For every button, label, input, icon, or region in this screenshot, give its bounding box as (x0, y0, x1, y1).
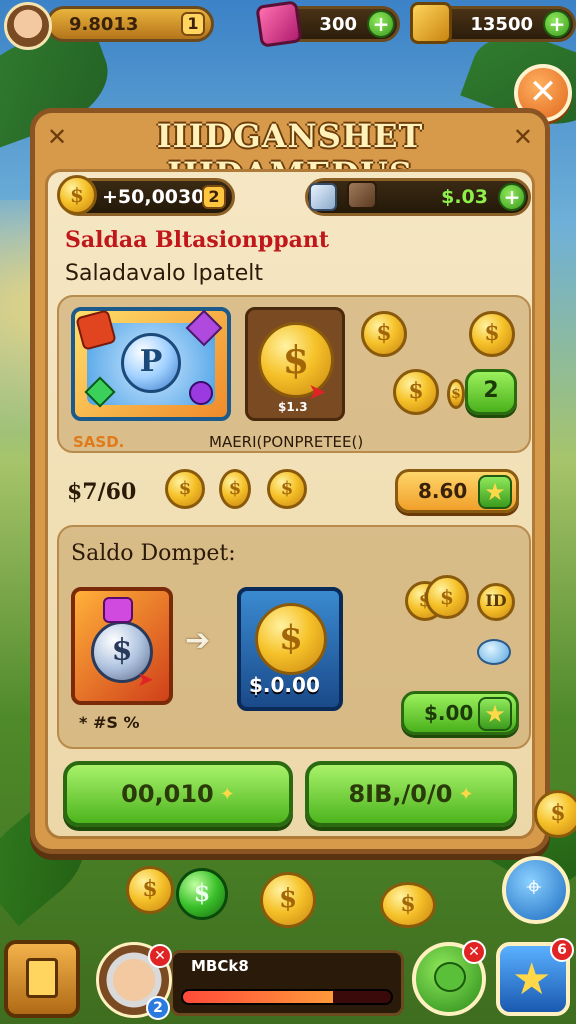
notification-badge: 6 (550, 938, 574, 962)
star-icon: ★ (512, 954, 552, 1005)
coins-value: 9.8013 (69, 13, 139, 35)
wallet-level: 2 (202, 185, 226, 209)
coin-icon: $ (219, 469, 251, 509)
treasure-chest-icon (410, 2, 452, 44)
bottom-bar: MBCk8 ✕ 2 ✕ ★ 6 (0, 936, 576, 1024)
close-badge[interactable]: ✕ (462, 940, 486, 964)
section-subheading: Saladavalo lpatelt (65, 261, 264, 286)
wallet-balance: $.03 + (305, 178, 531, 216)
chest-value: 13500 (470, 13, 533, 35)
coin-icon: $ (361, 311, 407, 357)
exchange-target-card[interactable]: $ $.0.00 (237, 587, 343, 711)
exchange-value: $.0.00 (249, 673, 320, 697)
exchange-source-card[interactable]: $ ➤ (71, 587, 173, 705)
gift-icon: ✦ (458, 783, 474, 805)
coin-icon: $ (534, 790, 576, 838)
action-left-label: 00,010 (121, 780, 214, 808)
player-xp-panel: MBCk8 (170, 950, 404, 1016)
buy-button-2-label: $.00 (424, 701, 474, 725)
coin-icon: $ (57, 175, 97, 215)
coin-offer-card[interactable]: $ $1.3 ➤ (245, 307, 345, 421)
wallet-coins-value: +50,0030 (102, 186, 205, 208)
blue-gem-icon (477, 639, 511, 665)
buy-button-1[interactable]: 8.60 ★ (395, 469, 519, 513)
section-2-heading: Saldo Dompet: (71, 541, 236, 566)
close-icon: ✕ (528, 72, 558, 112)
coin-icon: $ (165, 469, 205, 509)
dice-icon (309, 183, 337, 211)
offer-section-1: P SASD. $ $1.3 ➤ MAERI(PONPRETEE() $ $ $… (57, 295, 531, 453)
level-badge-bottom: 2 (146, 996, 170, 1020)
coin-icon: $ (469, 311, 515, 357)
gem-icon (103, 597, 133, 623)
coin-icon: $ (393, 369, 439, 415)
xp-progress-fill (183, 991, 333, 1003)
player-avatar[interactable] (4, 2, 52, 50)
offer-label: MAERI(PONPRETEE() (209, 433, 364, 451)
buy-button-1-label: 8.60 (418, 479, 468, 503)
balance-value: $.03 (441, 186, 488, 208)
cursor-icon: ➤ (308, 380, 327, 405)
action-button-left[interactable]: 00,010 ✦ (63, 761, 293, 827)
level-badge: 1 (181, 12, 205, 36)
quantity-badge[interactable]: 2 (465, 369, 517, 415)
gem-bundle-card[interactable]: P (71, 307, 231, 421)
offer-section-2: Saldo Dompet: $ ➤ * #S % ➔ $ $.0.00 $ $ … (57, 525, 531, 749)
exchange-tag: * #S % (79, 713, 140, 732)
action-button-right[interactable]: 8IB,/0/0 ✦ (305, 761, 517, 827)
card-caption: $1.3 (278, 400, 308, 414)
coin-icon: $ (260, 872, 316, 928)
add-gems-button[interactable]: + (367, 10, 395, 38)
pin-icon: ⌖ (526, 870, 542, 903)
coin-badge-label: ID (485, 591, 507, 610)
coin-badge: ID (477, 583, 515, 621)
gem-icon (189, 381, 213, 405)
coin-icon: $ (425, 575, 469, 619)
cursor-icon: ➤ (137, 667, 154, 691)
coin-icon: $ (255, 603, 327, 675)
action-right-label: 8IB,/0/0 (348, 780, 453, 808)
buy-button-2[interactable]: $.00 ★ (401, 691, 519, 735)
piggy-icon (434, 962, 466, 992)
book-icon (26, 958, 58, 998)
star-icon: ★ (478, 697, 512, 731)
price-amount: $7/60 (67, 479, 137, 505)
add-balance-button[interactable]: + (498, 183, 526, 211)
gift-icon: ✦ (219, 783, 235, 805)
coin-icon: $ (176, 868, 228, 920)
bundle-label: SASD. (73, 433, 125, 451)
coin-icon: $ (380, 882, 436, 928)
map-pin-button[interactable]: ⌖ (502, 856, 570, 924)
coin-icon: $ (447, 379, 465, 409)
coins-counter: 9.8013 1 (46, 6, 214, 42)
coin-icon: $ (126, 866, 174, 914)
player-tag: MBCk8 (191, 957, 249, 975)
gems-value: 300 (319, 13, 357, 35)
book-button[interactable] (4, 940, 80, 1018)
coin-icon: P (121, 333, 181, 393)
crate-icon (347, 181, 377, 209)
top-hud: 9.8013 1 300 + 13500 + (0, 0, 576, 52)
gem-chest-icon (255, 0, 303, 48)
add-chest-button[interactable]: + (543, 10, 571, 38)
section-heading-red: Saldaa Bltasionppant (65, 227, 330, 253)
arrow-right-icon: ➔ (185, 623, 211, 658)
close-badge[interactable]: ✕ (148, 944, 172, 968)
star-icon: ★ (478, 475, 512, 509)
coin-icon: $ (267, 469, 307, 509)
shop-panel: ✕ ✕ IIIDGANSHET IIIDAMEDUS +50,0030 2 $ … (30, 108, 550, 854)
xp-progress-bar (181, 989, 393, 1005)
